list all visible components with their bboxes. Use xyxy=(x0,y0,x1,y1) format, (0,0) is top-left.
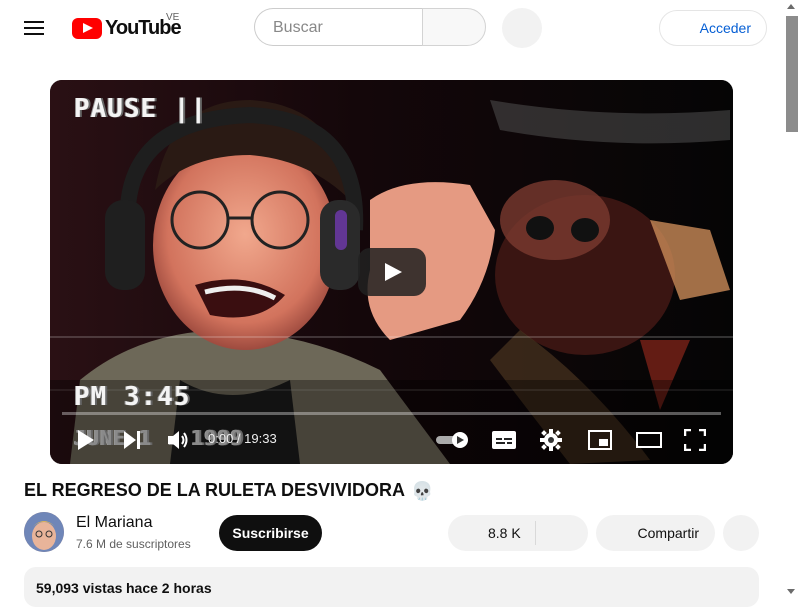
skull-emoji-icon: 💀 xyxy=(411,480,434,501)
like-dislike-pill: 8.8 K xyxy=(448,515,588,551)
vhs-time-text: PM 3:45 xyxy=(74,382,191,412)
video-player[interactable]: PAUSE || PM 3:45 JUNE 1 . 1999 0:00 / 19… xyxy=(50,80,733,464)
country-code: VE xyxy=(166,12,180,23)
view-count: 59,093 vistas xyxy=(36,580,123,596)
upload-age: hace 2 horas xyxy=(126,580,212,596)
like-thumb-icon[interactable] xyxy=(462,523,482,543)
channel-avatar[interactable] xyxy=(24,512,64,552)
large-play-button-icon[interactable] xyxy=(358,248,426,296)
volume-icon[interactable] xyxy=(168,430,190,450)
voice-search-button[interactable] xyxy=(502,8,542,48)
signin-label: Acceder xyxy=(699,20,751,36)
account-icon xyxy=(672,19,690,37)
youtube-play-logo-icon xyxy=(72,17,102,39)
miniplayer-icon[interactable] xyxy=(588,429,612,451)
video-title: EL REGRESO DE LA RULETA DESVIVIDORA 💀 xyxy=(24,480,433,502)
subscribe-button[interactable]: Suscribirse xyxy=(219,515,322,551)
subtitles-icon[interactable] xyxy=(492,430,516,450)
settings-gear-icon[interactable] xyxy=(540,429,562,451)
like-divider xyxy=(535,521,536,545)
search-button[interactable] xyxy=(422,8,486,46)
search-input[interactable] xyxy=(271,18,415,38)
theater-mode-icon[interactable] xyxy=(636,430,662,450)
share-button[interactable]: Compartir xyxy=(596,515,715,551)
more-actions-button[interactable] xyxy=(723,515,759,551)
masthead: YouTube VE Acceder xyxy=(0,0,784,56)
youtube-logo[interactable]: YouTube xyxy=(72,16,182,40)
play-icon[interactable] xyxy=(78,430,94,450)
dislike-thumb-icon[interactable] xyxy=(550,523,570,543)
autoplay-toggle-icon[interactable] xyxy=(436,431,472,449)
fullscreen-icon[interactable] xyxy=(684,429,706,451)
channel-name[interactable]: El Mariana xyxy=(76,514,152,532)
hamburger-menu-icon[interactable] xyxy=(24,18,44,38)
scrollbar-thumb[interactable] xyxy=(786,16,798,132)
next-video-icon[interactable] xyxy=(124,431,140,449)
scroll-down-arrow-icon[interactable] xyxy=(787,589,795,594)
share-label: Compartir xyxy=(637,525,699,541)
player-controls: 0:00 / 19:33 xyxy=(50,420,733,464)
time-display: 0:00 / 19:33 xyxy=(208,431,277,446)
signin-button[interactable]: Acceder xyxy=(659,10,767,46)
video-title-text: EL REGRESO DE LA RULETA DESVIVIDORA xyxy=(24,480,406,500)
vhs-pause-text: PAUSE || xyxy=(74,94,208,124)
avatar-image xyxy=(24,512,64,552)
share-arrow-icon xyxy=(610,524,630,542)
search-box xyxy=(254,8,422,46)
progress-bar[interactable] xyxy=(62,412,721,415)
subscriber-count: 7.6 M de suscriptores xyxy=(76,537,191,551)
like-count[interactable]: 8.8 K xyxy=(488,525,521,541)
scroll-up-arrow-icon[interactable] xyxy=(787,4,795,9)
description-box[interactable]: 59,093 vistas hace 2 horas xyxy=(24,567,759,607)
